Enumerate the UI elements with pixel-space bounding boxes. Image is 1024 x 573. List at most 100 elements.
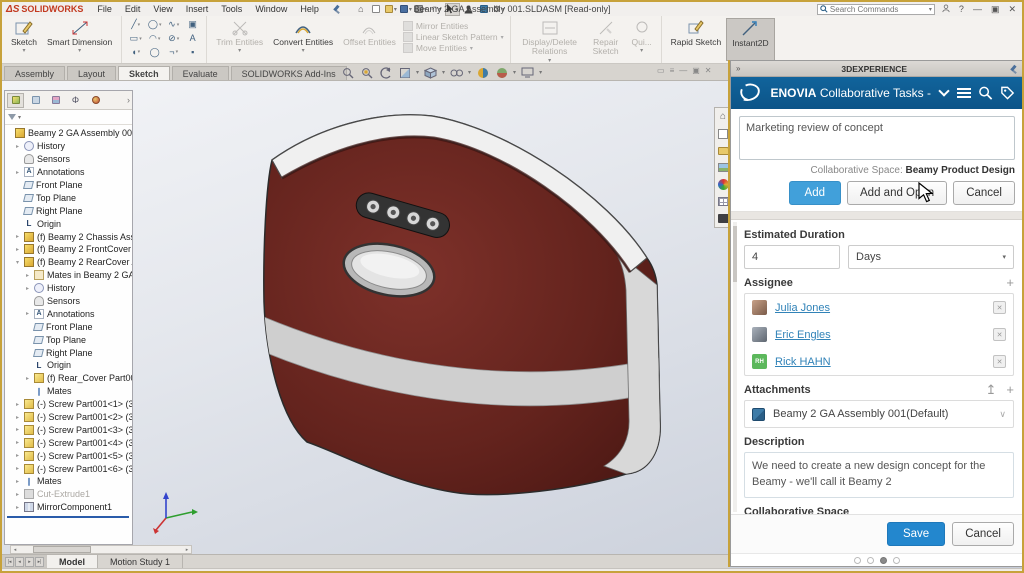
3dexperience-tab-icon[interactable] [717, 127, 730, 140]
expand-arrow-icon[interactable]: ▸ [16, 169, 24, 176]
select-tool-button[interactable] [445, 3, 460, 16]
zoom-to-area-icon[interactable] [359, 66, 374, 79]
sketch-tool-button[interactable]: Sketch▾ [6, 18, 42, 61]
expand-arrow-icon[interactable]: ▾ [16, 259, 24, 266]
menu-item[interactable]: Tools [215, 4, 248, 14]
task-title-input[interactable]: Marketing review of concept [739, 116, 1015, 160]
point2-tool[interactable]: ▪ [183, 47, 202, 57]
tree-item[interactable]: ▸ Mates [5, 475, 132, 488]
doc-close-icon[interactable]: ✕ [705, 66, 712, 75]
remove-assignee-button[interactable] [993, 355, 1006, 368]
expand-arrow-icon[interactable]: ▸ [26, 310, 34, 317]
duration-unit-select[interactable]: Days▾ [848, 245, 1014, 269]
tree-item[interactable]: ▸ (-) Screw Part001<1> (3.75 x 3 [5, 398, 132, 411]
move-entities-button[interactable]: Move Entities▾ [403, 43, 504, 53]
home-tab-icon[interactable]: ⌂ [717, 110, 730, 123]
filter-caret-icon[interactable]: ▾ [18, 114, 21, 121]
menu-item[interactable]: Insert [180, 4, 215, 14]
tree-item[interactable]: Mates [5, 385, 132, 398]
page-dot-active[interactable] [880, 557, 887, 564]
tag-icon[interactable] [1000, 85, 1015, 101]
design-library-tab-icon[interactable] [717, 144, 730, 157]
attachment-item[interactable]: Beamy 2 GA Assembly 001(Default) ∨ [744, 400, 1014, 428]
expand-arrow-icon[interactable]: ▸ [16, 233, 24, 240]
upload-attachment-button[interactable]: ↥ [986, 385, 997, 395]
sketch-picture-tool[interactable]: ▣ [183, 19, 202, 30]
search-commands-box[interactable]: ▾ [817, 4, 935, 15]
displaymanager-tab-icon[interactable] [87, 93, 104, 108]
hide-show-caret-icon[interactable]: ▾ [468, 69, 471, 76]
minimize-button[interactable]: — [971, 4, 984, 14]
doc-menu-icon[interactable]: ≡ [670, 66, 675, 75]
hide-show-items-icon[interactable] [449, 66, 464, 79]
doc-minimize-icon[interactable]: — [679, 66, 687, 75]
add-attachment-button[interactable]: + [1006, 385, 1014, 395]
scroll-right-icon[interactable]: ▸ [183, 547, 191, 553]
home-button[interactable]: ⌂ [355, 4, 367, 15]
tree-item[interactable]: Origin [5, 217, 132, 230]
remove-assignee-button[interactable] [993, 301, 1006, 314]
tree-item[interactable]: ▸ History [5, 282, 132, 295]
tree-item[interactable]: ▸ Annotations [5, 307, 132, 320]
new-document-button[interactable] [370, 4, 382, 15]
undo-button[interactable]: ↶ [430, 4, 442, 15]
cancel-add-button[interactable]: Cancel [953, 181, 1015, 205]
tree-item[interactable]: Right Plane [5, 204, 132, 217]
menu-item[interactable]: File [91, 4, 118, 14]
expand-arrow-icon[interactable]: ▸ [16, 414, 24, 421]
tree-item[interactable]: ▸ Cut-Extrude1 [5, 488, 132, 501]
display-delete-relations-button[interactable]: Display/Delete Relations▾ [515, 18, 585, 61]
repair-sketch-button[interactable]: Repair Sketch [585, 18, 627, 61]
previous-view-icon[interactable] [378, 66, 393, 79]
section-caret-icon[interactable]: ▾ [416, 69, 419, 76]
description-input[interactable]: We need to create a new design concept f… [744, 452, 1014, 498]
scene-caret-icon[interactable]: ▾ [513, 69, 516, 76]
page-dot[interactable] [854, 557, 861, 564]
tree-filter-bar[interactable]: ▾ [5, 110, 132, 125]
quick-snaps-button[interactable]: Qui...▾ [627, 18, 657, 61]
login-icon[interactable] [940, 4, 952, 15]
options-gear-button[interactable]: ⚙ [493, 4, 505, 15]
spline-tool[interactable]: ∿▾ [164, 19, 183, 30]
tree-item[interactable]: ▸ (-) Screw Part001<6> (3.75 x 3 [5, 462, 132, 475]
pin-menu-icon[interactable] [331, 4, 341, 14]
view-settings-caret-icon[interactable]: ▾ [539, 69, 542, 76]
tree-item[interactable]: Sensors [5, 153, 132, 166]
3dexperience-user-icon[interactable] [463, 4, 475, 15]
expand-arrow-icon[interactable]: ▸ [16, 246, 24, 253]
custom-properties-tab-icon[interactable] [717, 195, 730, 208]
dimxpertmanager-tab-icon[interactable]: Φ [67, 93, 84, 108]
section-view-icon[interactable] [397, 66, 412, 79]
app-chevron-down-icon[interactable] [938, 85, 949, 96]
tree-item[interactable]: Beamy 2 GA Assembly 001 (Defa [5, 127, 132, 140]
3dexperience-apps-icon[interactable] [478, 4, 490, 15]
expand-arrow-icon[interactable]: ▸ [16, 452, 24, 459]
tree-item[interactable]: ▸ Annotations [5, 166, 132, 179]
propertymanager-tab-icon[interactable] [27, 93, 44, 108]
line-tool[interactable]: ╱▾ [126, 19, 145, 30]
assignee-link[interactable]: Eric Engles [775, 329, 831, 341]
arc-tool[interactable]: ◠▾ [145, 33, 164, 44]
expand-arrow-icon[interactable]: ▸ [26, 272, 34, 279]
featuremanager-tab-icon[interactable] [7, 93, 24, 108]
web-portal-tab-icon[interactable] [717, 178, 730, 191]
display-style-caret-icon[interactable]: ▾ [442, 69, 445, 76]
expand-arrow-icon[interactable]: ▸ [16, 478, 24, 485]
view-settings-icon[interactable] [520, 66, 535, 79]
scroll-left-icon[interactable]: ◂ [11, 547, 19, 553]
tree-item[interactable]: Front Plane [5, 179, 132, 192]
tree-item[interactable]: ▸ (-) Screw Part001<5> (3.75 x 3 [5, 449, 132, 462]
tree-item[interactable]: Top Plane [5, 333, 132, 346]
remove-assignee-button[interactable] [993, 328, 1006, 341]
ellipse-tool[interactable]: ⊘▾ [164, 33, 183, 44]
expand-arrow-icon[interactable]: ▸ [16, 491, 24, 498]
command-tab[interactable]: Layout [67, 66, 116, 80]
3d-model-beamy-device[interactable] [152, 90, 692, 510]
add-button[interactable]: Add [789, 181, 841, 205]
tree-item[interactable]: ▸ (-) Screw Part001<4> (3.75 x 3 [5, 436, 132, 449]
page-dot[interactable] [867, 557, 874, 564]
menu-item[interactable]: Edit [119, 4, 147, 14]
menu-item[interactable]: Window [249, 4, 293, 14]
expand-arrow-icon[interactable]: ▸ [16, 426, 24, 433]
open-button[interactable] [385, 4, 397, 15]
